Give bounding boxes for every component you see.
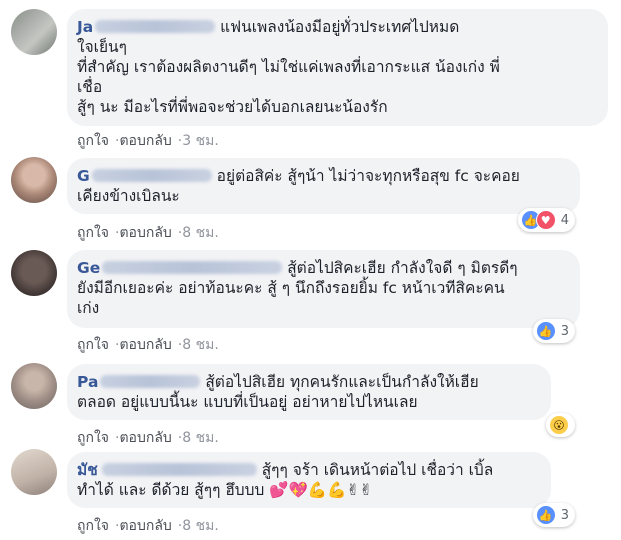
like-link[interactable]: ถูกใจ xyxy=(77,518,109,534)
comment-author[interactable]: Ja xyxy=(77,18,216,36)
reply-link[interactable]: ตอบกลับ xyxy=(119,430,171,446)
comment-text-line: ที่สำคัญ เราต้องผลิตงานดีๆ ไม่ใช่แค่เพลง… xyxy=(77,58,500,76)
comment-text-line: ใจเย็นๆ xyxy=(77,38,127,56)
reaction-summary[interactable]: 👍 3 xyxy=(532,319,575,343)
reply-link[interactable]: ตอบกลับ xyxy=(119,518,171,534)
like-icon: 👍 xyxy=(535,321,556,341)
comment-text-line: สู้ๆ นะ มีอะไรที่พี่พอจะช่วยได้บอกเลยนะน… xyxy=(77,98,388,116)
avatar[interactable] xyxy=(11,9,57,55)
reaction-count: 4 xyxy=(560,212,569,228)
like-link[interactable]: ถูกใจ xyxy=(77,225,109,241)
comment-bubble: Ja แฟนเพลงน้องมีอยู่ทั่วประเทศไปหมด ใจเย… xyxy=(67,9,608,126)
wow-icon: 😮 xyxy=(549,415,569,435)
comment-text-line: ตลอด อยู่แบบนี้นะ แบบที่เป็นอยู่ อย่าหาย… xyxy=(77,393,418,411)
comment-text-line: สู้ต่อไปสิคะเฮีย กำลังใจดี ๆ มิตรดีๆ xyxy=(287,259,518,277)
timestamp[interactable]: 8 ชม. xyxy=(182,518,219,534)
comment-bubble: มัช สู้ๆๆ จร้า เดินหน้าต่อไป เชื่อว่า เบ… xyxy=(67,452,551,508)
comment-bubble: Ge สู้ต่อไปสิคะเฮีย กำลังใจดี ๆ มิตรดีๆ … xyxy=(67,250,580,328)
comment-author[interactable]: Pa xyxy=(77,373,201,391)
comment-text-line: ยังมีอีกเยอะค่ะ อย่าท้อนะคะ สู้ ๆ นึกถึง… xyxy=(77,279,505,297)
comment-text-line: สู้ต่อไปสิเฮีย ทุกคนรักและเป็นกำลังให้เฮ… xyxy=(205,373,479,391)
reaction-summary[interactable]: 😮 xyxy=(546,413,575,437)
timestamp[interactable]: 8 ชม. xyxy=(182,430,219,446)
timestamp[interactable]: 3 ชม. xyxy=(182,133,219,149)
reaction-summary[interactable]: 👍 3 xyxy=(532,503,575,527)
reaction-count: 3 xyxy=(560,507,569,523)
comment-bubble: Pa สู้ต่อไปสิเฮีย ทุกคนรักและเป็นกำลังให… xyxy=(67,364,551,420)
comment-author[interactable]: G xyxy=(77,167,212,185)
timestamp[interactable]: 8 ชม. xyxy=(182,225,219,241)
comment-actions: ถูกใจ ·ตอบกลับ ·8 ชม. xyxy=(77,515,219,537)
timestamp[interactable]: 8 ชม. xyxy=(182,337,219,353)
comment-text-line: เคียงข้างเบิลนะ xyxy=(77,187,180,205)
avatar[interactable] xyxy=(11,449,57,495)
comment-actions: ถูกใจ ·ตอบกลับ ·8 ชม. xyxy=(77,334,219,356)
comment-bubble: G อยู่ต่อสิค่ะ สู้ๆน้า ไม่ว่าจะทุกหรือสุ… xyxy=(67,158,580,214)
love-icon: ♥ xyxy=(535,210,556,230)
comment-author[interactable]: มัช xyxy=(77,461,257,479)
comment-text-line: อยู่ต่อสิค่ะ สู้ๆน้า ไม่ว่าจะทุกหรือสุข … xyxy=(216,167,520,185)
reaction-summary[interactable]: 👍 ♥ 4 xyxy=(517,208,575,232)
comment-actions: ถูกใจ ·ตอบกลับ ·8 ชม. xyxy=(77,222,219,244)
comment-actions: ถูกใจ ·ตอบกลับ ·8 ชม. xyxy=(77,427,219,449)
comment-text-line: เก่ง xyxy=(77,299,100,317)
like-link[interactable]: ถูกใจ xyxy=(77,133,109,149)
comment-text-line: สู้ๆๆ จร้า เดินหน้าต่อไป เชื่อว่า เบิ้ล xyxy=(261,461,494,479)
comment-author[interactable]: Ge xyxy=(77,259,283,277)
reply-link[interactable]: ตอบกลับ xyxy=(119,133,171,149)
comment-text-line: ทำได้ และ ดีด้วย สู้ๆๆ ฮึบบบ 💕💖💪💪✌✌ xyxy=(77,481,373,499)
avatar[interactable] xyxy=(11,250,57,296)
comment-actions: ถูกใจ ·ตอบกลับ ·3 ชม. xyxy=(77,130,219,152)
avatar[interactable] xyxy=(11,157,57,203)
reply-link[interactable]: ตอบกลับ xyxy=(119,225,171,241)
reaction-count: 3 xyxy=(560,323,569,339)
like-link[interactable]: ถูกใจ xyxy=(77,337,109,353)
comment-text-line: เชื่อ xyxy=(77,78,103,96)
reply-link[interactable]: ตอบกลับ xyxy=(119,337,171,353)
like-link[interactable]: ถูกใจ xyxy=(77,430,109,446)
comment-text-line: แฟนเพลงน้องมีอยู่ทั่วประเทศไปหมด xyxy=(220,18,460,36)
avatar[interactable] xyxy=(11,363,57,409)
like-icon: 👍 xyxy=(535,505,556,525)
